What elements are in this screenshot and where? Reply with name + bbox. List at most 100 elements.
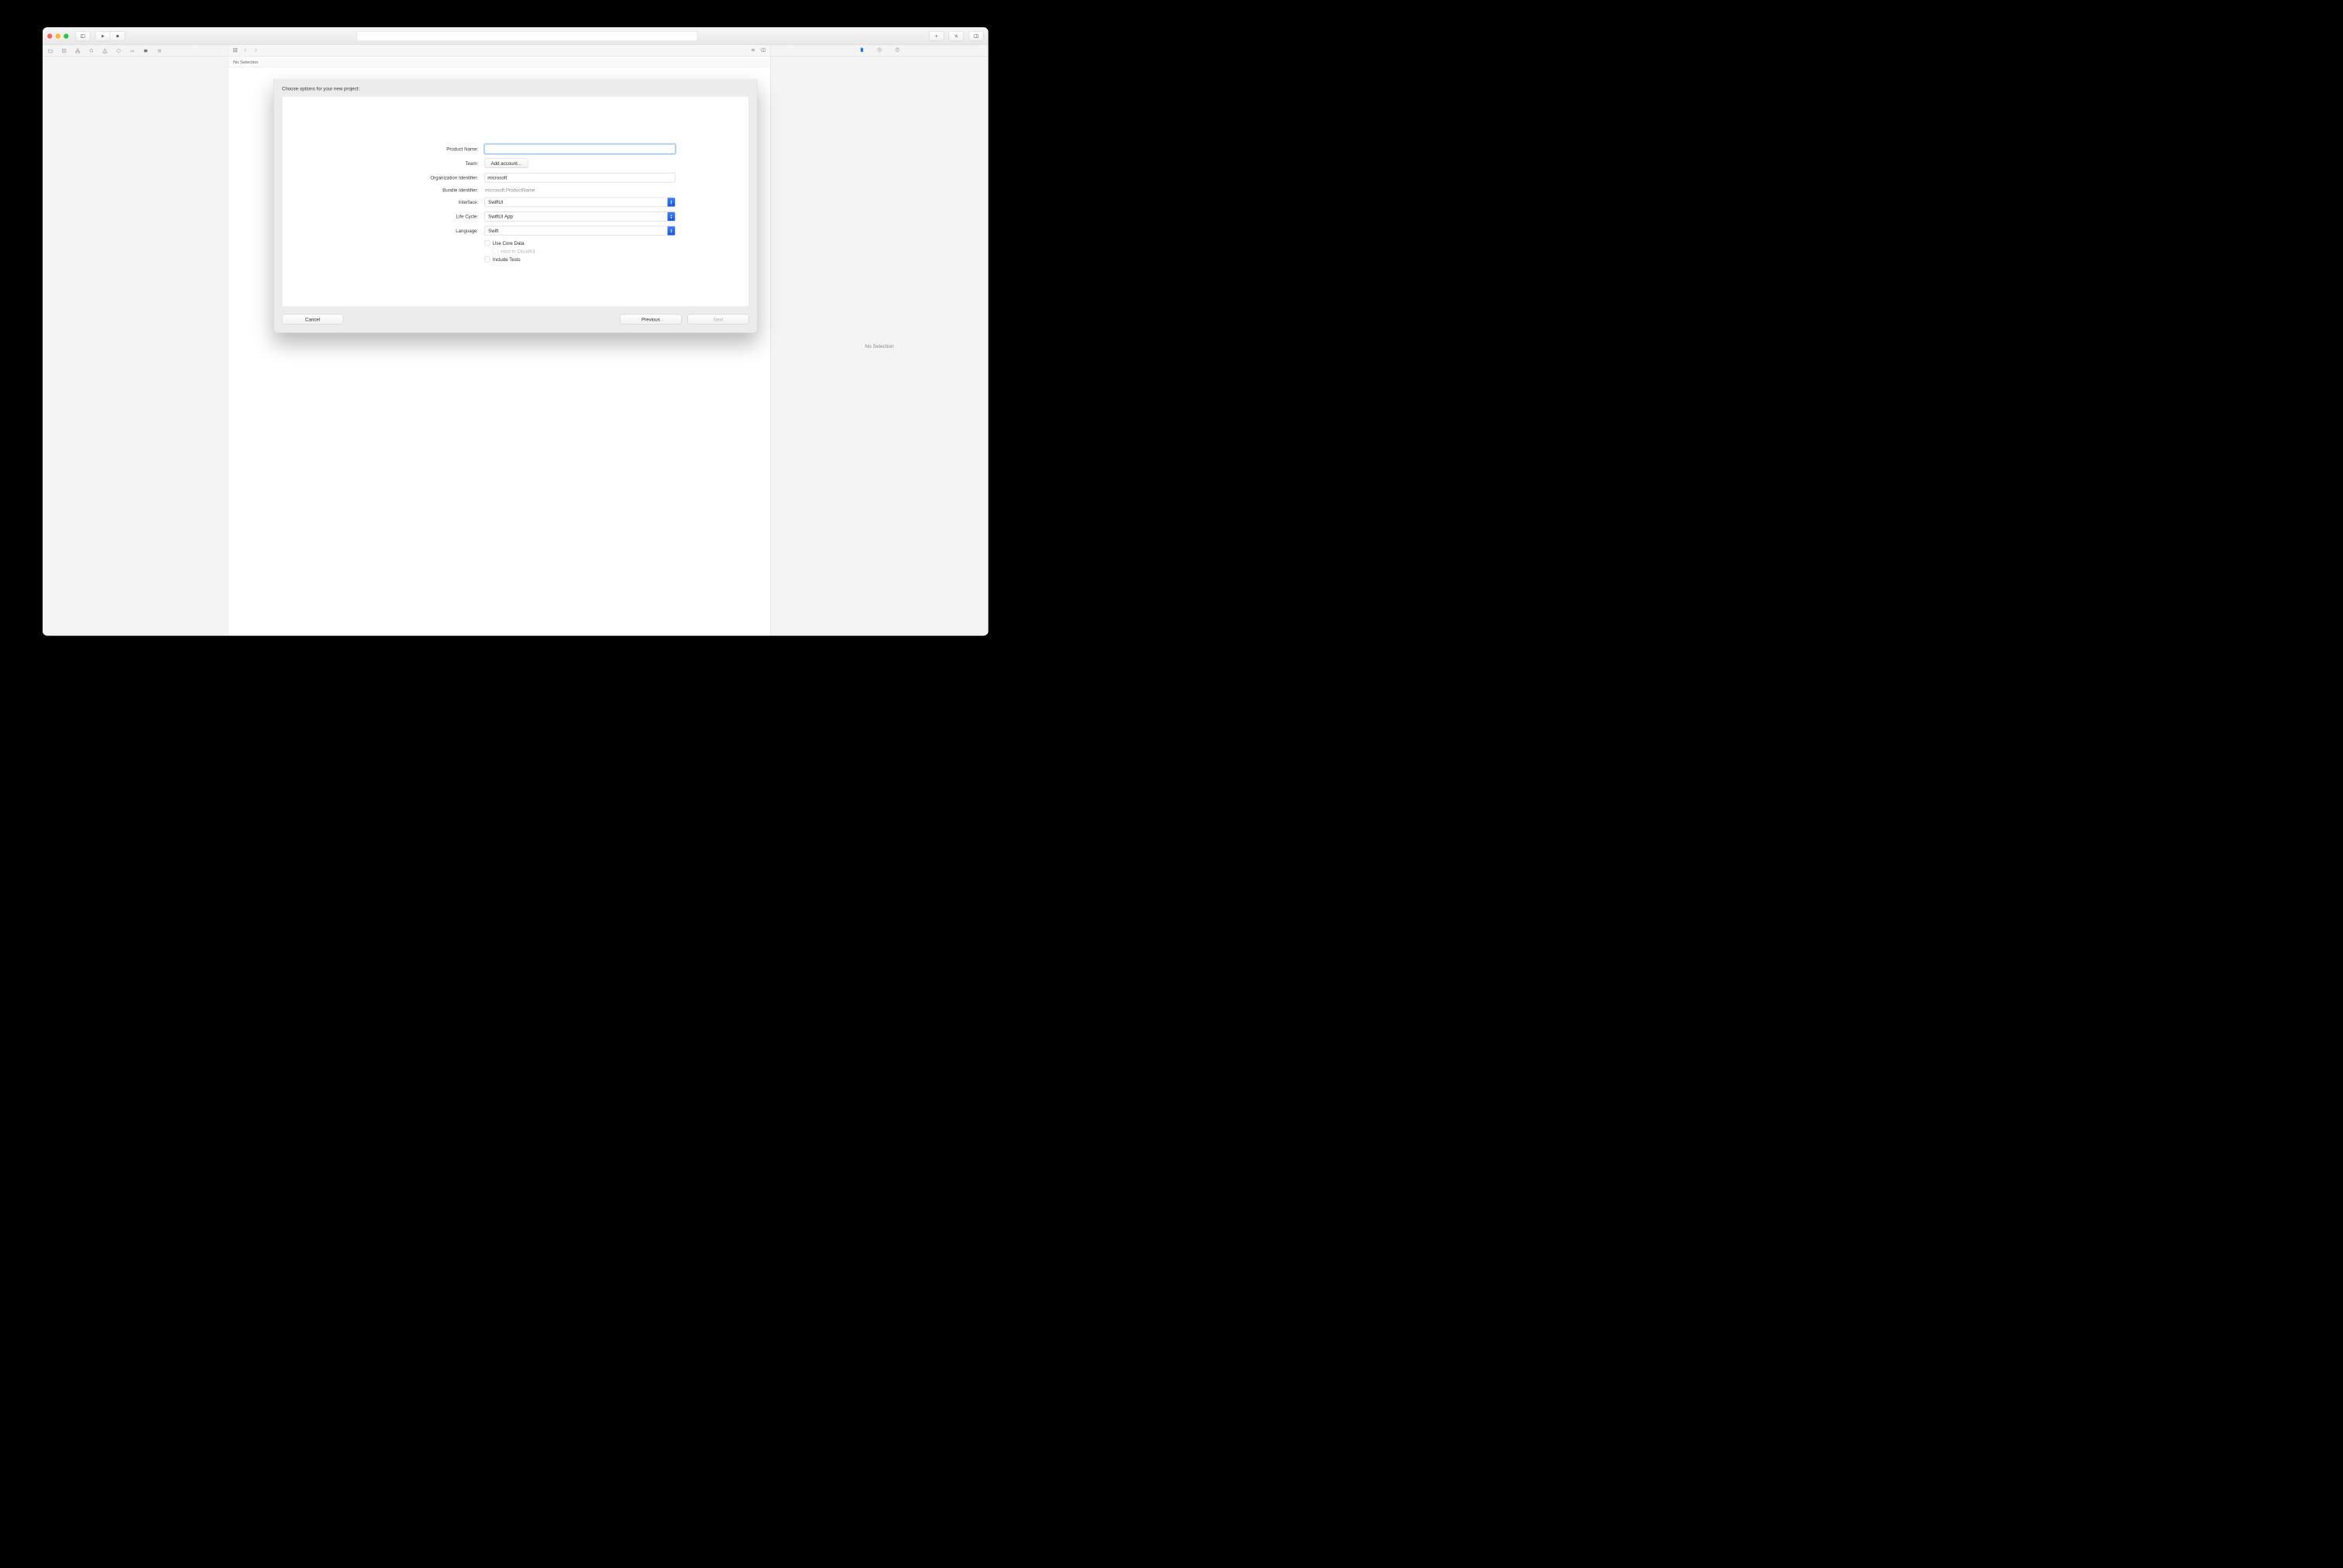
org-identifier-label: Organization Identifier: [356,175,478,181]
next-label: Next [714,317,724,322]
include-tests-label: Include Tests [493,256,521,262]
host-in-cloudkit-label: Host in CloudKit [501,249,535,254]
cancel-label: Cancel [305,317,320,322]
toggle-navigator-button[interactable] [75,31,90,41]
library-button[interactable] [929,31,944,41]
use-core-data-label: Use Core Data [493,240,525,246]
product-name-field[interactable] [484,144,675,153]
updown-icon: ▲▼ [668,226,676,235]
add-account-button[interactable]: Add account... [484,159,528,168]
titlebar [43,27,989,45]
add-editor-button[interactable] [761,47,766,54]
next-button: Next [687,315,748,325]
arrows-left-right-icon [954,33,959,39]
inspector-empty-label: No Selection [865,343,893,349]
clock-icon [876,47,882,53]
language-label: Language: [356,228,478,233]
checkbox-icon [484,240,490,246]
square-x-icon [61,48,67,53]
editor-options-button[interactable] [750,47,755,54]
checkbox-icon [493,249,498,254]
updown-icon: ▲▼ [668,212,676,221]
language-popup[interactable]: Swift ▲▼ [484,226,675,236]
inspector-panel: No Selection [770,45,989,636]
product-name-label: Product Name: [356,146,478,152]
life-cycle-label: Life Cycle: [356,214,478,219]
plus-icon [934,33,939,39]
sheet-footer: Cancel Previous Next [274,315,757,333]
bundle-identifier-label: Bundle Identifier: [356,187,478,193]
breakpoint-navigator-tab[interactable] [143,48,149,53]
related-items-button[interactable] [232,47,238,54]
list-icon [157,48,162,53]
life-cycle-popup[interactable]: SwiftUI App ▲▼ [484,211,675,221]
find-navigator-tab[interactable] [88,48,95,53]
inspector-tabs [770,45,988,57]
checkbox-icon [484,256,490,262]
help-inspector-tab[interactable] [894,47,900,54]
close-window-button[interactable] [47,33,52,38]
sheet-form-area: Product Name: Team: Add account... Organ… [282,96,749,307]
debug-navigator-tab[interactable] [129,48,136,53]
previous-button[interactable]: Previous [620,315,681,325]
chevron-right-icon [253,47,258,53]
stop-button[interactable] [110,31,125,41]
activity-viewer [356,31,697,41]
test-navigator-tab[interactable] [115,48,122,53]
org-identifier-value: microsoft [487,175,507,181]
path-bar: No Selection [229,57,770,67]
gauge-icon [129,48,135,53]
history-inspector-tab[interactable] [876,47,882,54]
toggle-inspector-button[interactable] [969,31,983,41]
report-navigator-tab[interactable] [157,48,163,53]
issue-navigator-tab[interactable] [102,48,108,53]
updown-icon: ▲▼ [668,198,676,206]
stop-icon [115,33,120,39]
cancel-button[interactable]: Cancel [282,315,343,325]
zoom-window-button[interactable] [64,33,68,38]
sheet-title: Choose options for your new project: [274,79,757,96]
path-bar-text: No Selection [233,60,258,65]
split-icon [761,47,766,53]
team-label: Team: [356,160,478,166]
life-cycle-value: SwiftUI App [485,214,668,219]
include-tests-checkbox[interactable]: Include Tests [484,256,675,262]
project-navigator-tab[interactable] [47,48,53,53]
interface-value: SwiftUI [485,199,668,205]
org-identifier-field[interactable]: microsoft [484,173,675,182]
code-review-button[interactable] [949,31,964,41]
source-control-navigator-tab[interactable] [61,48,67,53]
jump-bar [229,45,770,57]
use-core-data-checkbox[interactable]: Use Core Data [484,240,675,246]
run-stop-group [95,31,126,41]
warning-icon [102,48,108,53]
search-icon [88,48,94,53]
run-button[interactable] [95,31,110,41]
play-icon [100,33,105,39]
navigator-tabs [43,45,228,57]
language-value: Swift [485,228,668,233]
previous-label: Previous [642,317,660,322]
bundle-identifier-value: microsoft.ProductName [484,187,675,193]
file-inspector-tab[interactable] [859,47,865,54]
interface-popup[interactable]: SwiftUI ▲▼ [484,198,675,207]
folder-icon [48,48,53,53]
diamond-icon [116,48,122,53]
go-back-button[interactable] [243,47,248,54]
new-project-options-sheet: Choose options for your new project: Pro… [274,79,758,333]
navigator-panel [43,45,229,636]
grid-icon [232,47,238,53]
host-in-cloudkit-checkbox: Host in CloudKit [493,249,676,254]
go-forward-button[interactable] [253,47,258,54]
symbol-navigator-tab[interactable] [74,48,81,53]
minimize-window-button[interactable] [56,33,60,38]
window-traffic-lights [47,33,68,38]
xcode-window: No Selection No Selection Choose options… [43,27,989,635]
doc-icon [859,47,865,53]
interface-label: Interface: [356,199,478,205]
help-icon [894,47,900,53]
lines-icon [750,47,755,53]
sidebar-right-icon [973,33,979,39]
sidebar-left-icon [80,33,85,39]
chevron-left-icon [243,47,248,53]
